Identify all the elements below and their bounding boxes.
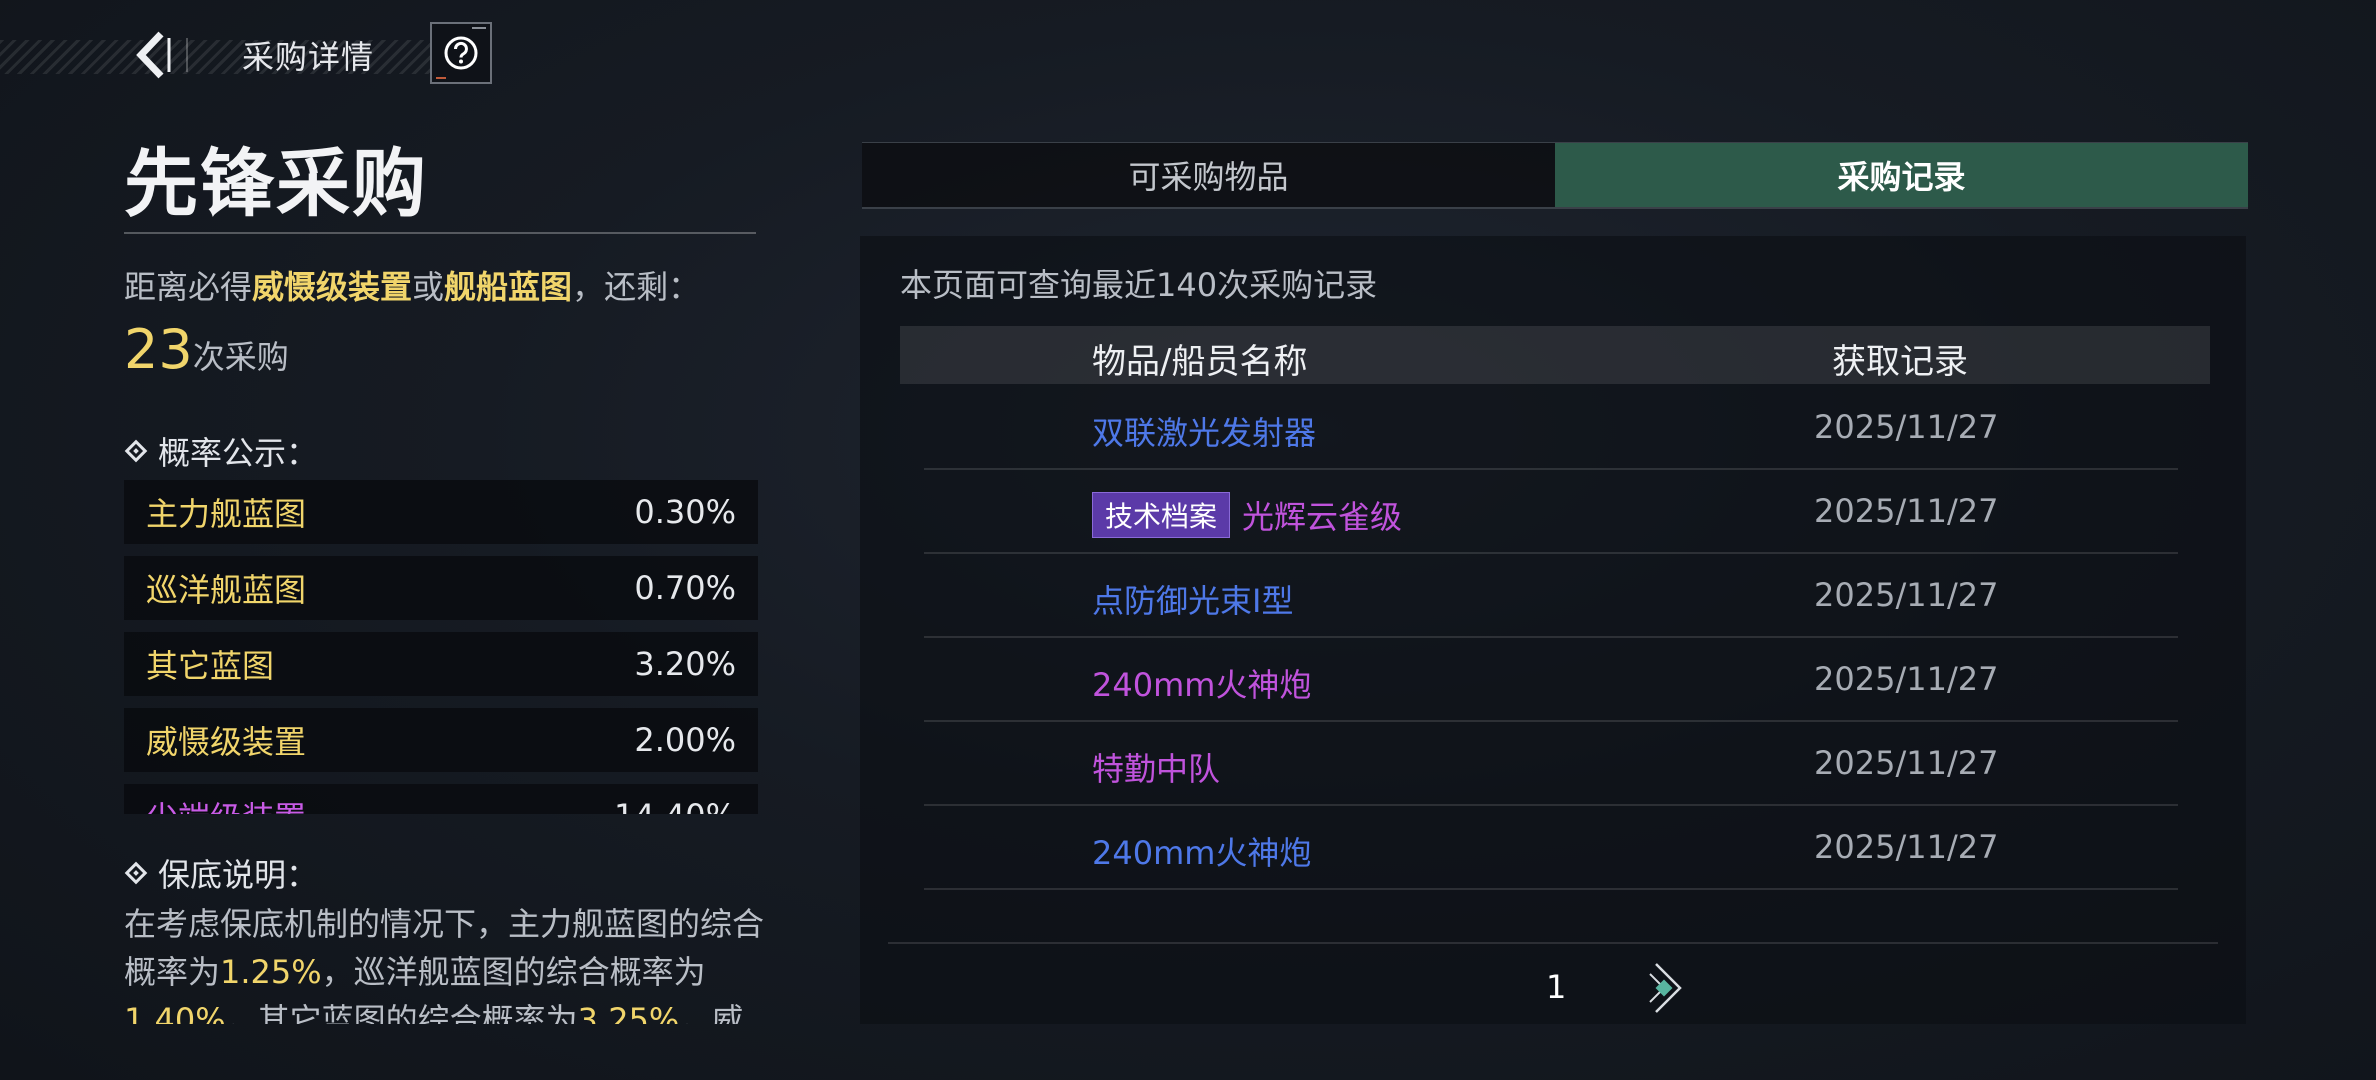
- pity-description: 距离必得威慑级装置或舰船蓝图，还剩：: [124, 262, 700, 308]
- table-row: 240mm火神炮 2025/11/27: [924, 638, 2178, 722]
- prob-item-value: 2.00%: [634, 721, 736, 759]
- prob-row: 威慑级装置 2.00%: [124, 708, 758, 772]
- tab-purchase-records[interactable]: 采购记录: [1555, 143, 2248, 207]
- prob-item-name: 巡洋舰蓝图: [146, 571, 307, 609]
- pity-conj: 或: [412, 268, 445, 306]
- records-notice: 本页面可查询最近140次采购记录: [900, 266, 1378, 304]
- records-table-header: 物品/船员名称 获取记录: [900, 326, 2210, 384]
- prob-row: 其它蓝图 3.20%: [124, 632, 758, 696]
- probability-heading-label: 概率公示：: [158, 434, 319, 472]
- prob-row: 巡洋舰蓝图 0.70%: [124, 556, 758, 620]
- back-arrow-icon: [136, 31, 171, 79]
- table-row: 240mm火神炮 2025/11/27: [924, 806, 2178, 890]
- diamond-icon: [124, 439, 148, 463]
- pity-prefix: 距离必得: [124, 268, 253, 306]
- record-item: 点防御光束Ⅰ型: [1092, 576, 1293, 622]
- prob-item-value: 14.40%: [614, 797, 736, 814]
- table-row: 双联激光发射器 2025/11/27: [924, 386, 2178, 470]
- page-number: 1: [1546, 968, 1567, 1006]
- prob-item-name: 主力舰蓝图: [146, 495, 307, 533]
- tab-purchasable-items[interactable]: 可采购物品: [862, 143, 1555, 207]
- probability-heading: 概率公示：: [124, 428, 318, 474]
- record-item: 技术档案 光辉云雀级: [1092, 492, 1402, 538]
- record-item-name: 240mm火神炮: [1092, 834, 1312, 872]
- top-bar: 采购详情: [0, 22, 500, 88]
- pity-unit: 次采购: [192, 338, 289, 376]
- table-row: 点防御光束Ⅰ型 2025/11/27: [924, 554, 2178, 638]
- title-divider: [124, 232, 756, 234]
- record-item: 特勤中队: [1092, 744, 1220, 790]
- guarantee-description[interactable]: 在考虑保底机制的情况下，主力舰蓝图的综合概率为1.25%，巡洋舰蓝图的综合概率为…: [124, 900, 764, 1024]
- question-icon: [444, 36, 478, 70]
- back-button[interactable]: [126, 28, 180, 82]
- records-panel: 本页面可查询最近140次采购记录 物品/船员名称 获取记录 双联激光发射器 20…: [860, 236, 2246, 1024]
- next-page-button[interactable]: [1646, 960, 1690, 1016]
- record-item: 240mm火神炮: [1092, 660, 1311, 706]
- diamond-icon: [124, 861, 148, 885]
- guarantee-text: ，巡洋舰蓝图的综合概率为: [321, 953, 706, 991]
- records-list[interactable]: 双联激光发射器 2025/11/27 技术档案 光辉云雀级 2025/11/27…: [924, 386, 2178, 890]
- guarantee-value: 3.25%: [577, 1001, 680, 1024]
- record-date: 2025/11/27: [1814, 660, 1999, 698]
- corner-mark: [472, 27, 486, 29]
- prob-item-value: 0.70%: [634, 569, 736, 607]
- chevron-right-icon: [1649, 963, 1682, 1013]
- help-button[interactable]: [430, 22, 492, 84]
- guarantee-heading-label: 保底说明：: [158, 856, 319, 894]
- pity-item-device: 威慑级装置: [252, 268, 413, 306]
- record-item-name: 240mm火神炮: [1092, 666, 1312, 704]
- pity-suffix: ，还剩：: [572, 268, 701, 306]
- record-date: 2025/11/27: [1814, 576, 1999, 614]
- record-item-name: 光辉云雀级: [1242, 498, 1403, 536]
- record-date: 2025/11/27: [1814, 828, 1999, 866]
- record-item: 240mm火神炮: [1092, 828, 1311, 874]
- corner-mark: [436, 77, 446, 79]
- pity-count: 23: [124, 318, 193, 381]
- pity-item-blueprint: 舰船蓝图: [444, 268, 573, 306]
- record-item-name: 点防御光束Ⅰ型: [1092, 582, 1294, 620]
- prob-item-value: 3.20%: [634, 645, 736, 683]
- prob-item-name: 威慑级装置: [146, 723, 307, 761]
- guarantee-heading: 保底说明：: [124, 850, 318, 896]
- prob-row: 尖端级装置 14.40%: [124, 784, 758, 814]
- tech-archive-tag: 技术档案: [1092, 492, 1231, 538]
- probability-list[interactable]: 主力舰蓝图 0.30% 巡洋舰蓝图 0.70% 其它蓝图 3.20% 威慑级装置…: [124, 480, 758, 814]
- header-separator: [186, 38, 188, 72]
- record-item-name: 双联激光发射器: [1092, 414, 1317, 452]
- record-date: 2025/11/27: [1814, 492, 1999, 530]
- guarantee-text: ，其它蓝图的综合概率为: [225, 1001, 578, 1024]
- record-item-name: 特勤中队: [1092, 750, 1221, 788]
- table-row: 特勤中队 2025/11/27: [924, 722, 2178, 806]
- prob-item-name: 其它蓝图: [146, 647, 275, 685]
- prob-item-name: 尖端级装置: [146, 793, 306, 814]
- column-header-record: 获取记录: [1832, 342, 1968, 382]
- prob-row: 主力舰蓝图 0.30%: [124, 480, 758, 544]
- record-date: 2025/11/27: [1814, 744, 1999, 782]
- guarantee-value: 1.25%: [220, 953, 322, 991]
- banner-title: 先锋采购: [124, 141, 428, 227]
- guarantee-text: ，威: [679, 1001, 744, 1024]
- record-item: 双联激光发射器: [1092, 408, 1316, 454]
- pager-divider: [888, 942, 2218, 944]
- guarantee-value: 1.40%: [124, 1001, 226, 1024]
- page-title: 采购详情: [242, 38, 375, 76]
- tab-bar: 可采购物品 采购记录: [862, 142, 2248, 209]
- column-header-name: 物品/船员名称: [1092, 342, 1308, 382]
- pity-counter: 23次采购: [124, 318, 289, 381]
- prob-item-value: 0.30%: [634, 493, 736, 531]
- record-date: 2025/11/27: [1814, 408, 1999, 446]
- table-row: 技术档案 光辉云雀级 2025/11/27: [924, 470, 2178, 554]
